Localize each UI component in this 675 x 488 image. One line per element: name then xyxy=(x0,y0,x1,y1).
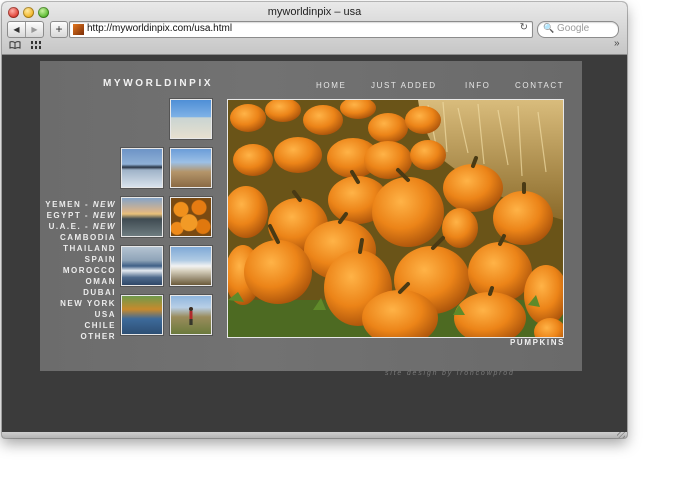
country-menu: YEMEN - NEW EGYPT - NEW U.A.E. - NEW CAM… xyxy=(40,199,116,342)
thumbnail-beach-grass[interactable] xyxy=(170,99,212,139)
url-text[interactable]: http://myworldinpix.com/usa.html xyxy=(87,23,232,34)
site-logo[interactable]: MYWORLDINPIX xyxy=(103,78,213,89)
country-link-morocco[interactable]: MOROCCO xyxy=(40,265,116,276)
main-photo-pumpkins[interactable] xyxy=(227,99,564,338)
nav-home[interactable]: HOME xyxy=(316,81,346,90)
thumbnail-hiker-trail[interactable] xyxy=(170,295,212,335)
reload-icon[interactable]: ↻ xyxy=(520,22,528,33)
bookmarks-overflow-button[interactable]: » xyxy=(614,38,620,49)
country-link-dubai[interactable]: DUBAI xyxy=(40,287,116,298)
pumpkins-photo xyxy=(228,100,563,337)
country-link-oman[interactable]: OMAN xyxy=(40,276,116,287)
title-bar: myworldinpix – usa ◀ ▶ + http://myworldi… xyxy=(2,2,627,55)
back-button[interactable]: ◀ xyxy=(8,22,25,37)
country-link-new-york[interactable]: NEW YORK xyxy=(40,298,116,309)
nav-info[interactable]: INFO xyxy=(465,81,491,90)
site-panel: MYWORLDINPIX HOME JUST ADDED INFO CONTAC… xyxy=(40,61,582,371)
history-nav: ◀ ▶ xyxy=(7,21,44,38)
nav-contact[interactable]: CONTACT xyxy=(515,81,564,90)
thumbnail-coast-rocks[interactable] xyxy=(121,148,163,188)
address-bar[interactable]: http://myworldinpix.com/usa.html ↻ xyxy=(69,21,533,38)
browser-window: myworldinpix – usa ◀ ▶ + http://myworldi… xyxy=(2,2,627,438)
search-placeholder: Google xyxy=(557,23,590,34)
thumbnail-crashing-waves[interactable] xyxy=(121,246,163,286)
nav-just-added[interactable]: JUST ADDED xyxy=(371,81,437,90)
thumbnail-white-house[interactable] xyxy=(170,246,212,286)
web-content: MYWORLDINPIX HOME JUST ADDED INFO CONTAC… xyxy=(2,55,627,432)
window-title: myworldinpix – usa xyxy=(267,6,362,18)
status-bar xyxy=(2,432,627,438)
search-field[interactable]: 🔍 Google xyxy=(537,21,619,38)
search-icon: 🔍 xyxy=(543,23,555,33)
resize-grip-icon[interactable] xyxy=(617,432,625,438)
site-credit[interactable]: site design by ironcowprod xyxy=(385,370,515,377)
forward-button[interactable]: ▶ xyxy=(25,22,43,37)
country-link-other[interactable]: OTHER xyxy=(40,331,116,342)
add-bookmark-button[interactable]: + xyxy=(50,21,68,38)
country-link-spain[interactable]: SPAIN xyxy=(40,254,116,265)
top-sites-grid-icon[interactable] xyxy=(31,41,41,49)
country-link-chile[interactable]: CHILE xyxy=(40,320,116,331)
bookmarks-book-icon[interactable] xyxy=(9,41,21,49)
thumbnail-sunset-lake[interactable] xyxy=(121,197,163,237)
country-link-cambodia[interactable]: CAMBODIA xyxy=(40,232,116,243)
country-link-yemen[interactable]: YEMEN - NEW xyxy=(40,199,116,210)
country-link-thailand[interactable]: THAILAND xyxy=(40,243,116,254)
thumbnail-desert-road[interactable] xyxy=(170,148,212,188)
country-link-egypt[interactable]: EGYPT - NEW xyxy=(40,210,116,221)
country-link-usa[interactable]: USA xyxy=(40,309,116,320)
site-favicon-icon xyxy=(73,24,84,35)
hiker-figure-icon xyxy=(189,307,193,325)
country-link-uae[interactable]: U.A.E. - NEW xyxy=(40,221,116,232)
thumbnail-pumpkins[interactable] xyxy=(170,197,212,237)
photo-caption: PUMPKINS xyxy=(510,338,566,347)
thumbnail-autumn-lake[interactable] xyxy=(121,295,163,335)
